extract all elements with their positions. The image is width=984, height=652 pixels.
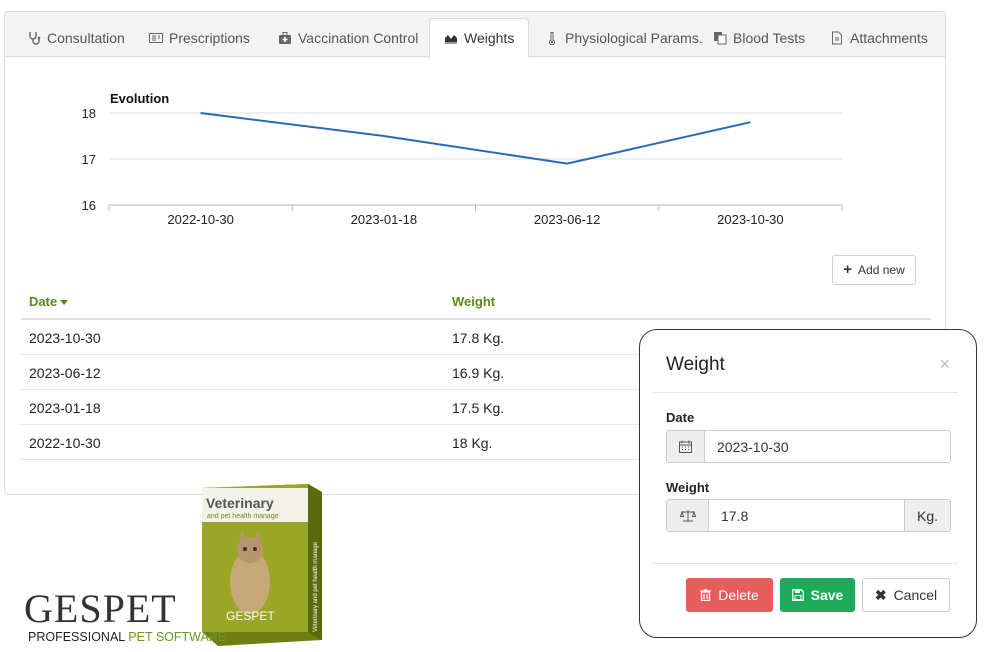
box-logo: GESPET xyxy=(226,609,275,623)
cancel-button[interactable]: ✖ Cancel xyxy=(862,578,950,612)
y-tick-label: 17 xyxy=(82,152,96,167)
tab-bar: Consultation Prescriptions Vaccination C… xyxy=(5,12,945,58)
plus-icon: + xyxy=(843,261,853,278)
x-tick-label: 2023-06-12 xyxy=(534,212,601,227)
cell-weight: 18 Kg. xyxy=(452,435,493,451)
stethoscope-icon xyxy=(29,31,41,45)
close-icon[interactable]: × xyxy=(939,354,950,375)
floppy-disk-icon xyxy=(791,589,804,601)
series-line xyxy=(200,112,751,165)
x-tick-label: 2022-10-30 xyxy=(167,212,234,227)
chart-svg: Evolution 16 17 18 2022-10-30 2023-01-18 2023-… xyxy=(82,91,843,227)
tab-label: Physiological Params. xyxy=(565,29,703,46)
date-field-group: 2023-10-30 xyxy=(666,430,951,463)
thermometer-icon xyxy=(549,31,555,45)
tab-label: Vaccination Control xyxy=(298,29,419,46)
box-title: Veterinary xyxy=(206,495,274,511)
prescription-icon xyxy=(149,32,163,43)
weight-field-group: 17.8 Kg. xyxy=(666,499,951,532)
tab-prescriptions[interactable]: Prescriptions xyxy=(149,18,250,57)
product-box-image: Veterinary and pet health manage GESPET … xyxy=(202,484,322,646)
y-tick-label: 16 xyxy=(82,198,96,213)
file-icon xyxy=(832,31,842,44)
tab-label: Consultation xyxy=(47,29,125,46)
balance-scale-icon xyxy=(667,500,709,531)
cell-date: 2023-10-30 xyxy=(29,330,101,346)
tab-label: Attachments xyxy=(850,29,928,46)
weight-label: Weight xyxy=(666,480,710,495)
weight-evolution-chart: Evolution 16 17 18 2022-10-30 2023-01-18 2023-… xyxy=(5,72,945,242)
modal-footer-divider xyxy=(652,563,958,564)
weight-unit: Kg. xyxy=(904,500,950,531)
medkit-icon xyxy=(279,31,291,44)
cell-date: 2023-06-12 xyxy=(29,365,101,381)
tab-consultation[interactable]: Consultation xyxy=(27,18,125,57)
column-header-date[interactable]: Date xyxy=(29,294,69,309)
box-side-text: Veterinary and pet health manage xyxy=(313,541,319,632)
logo-tagline: PROFESSIONAL PET SOFTWARE xyxy=(28,630,227,644)
tab-label: Blood Tests xyxy=(733,29,806,46)
x-icon: ✖ xyxy=(874,586,887,603)
x-tick-label: 2023-01-18 xyxy=(351,212,418,227)
tab-label: Prescriptions xyxy=(169,29,250,46)
copy-icon xyxy=(714,31,727,44)
tab-label: Weights xyxy=(464,30,515,46)
tab-blood-tests[interactable]: Blood Tests xyxy=(713,18,805,57)
calendar-icon[interactable] xyxy=(667,431,705,462)
tab-physiological-params[interactable]: Physiological Params. xyxy=(545,18,703,57)
date-input[interactable]: 2023-10-30 xyxy=(705,431,950,462)
add-new-label: Add new xyxy=(858,263,905,277)
modal-title: Weight xyxy=(666,354,725,375)
add-new-button[interactable]: + Add new xyxy=(832,255,916,285)
area-chart-icon xyxy=(445,35,457,44)
cell-weight: 17.8 Kg. xyxy=(452,330,505,346)
delete-button[interactable]: Delete xyxy=(686,578,773,612)
column-header-weight[interactable]: Weight xyxy=(452,294,495,309)
cell-weight: 17.5 Kg. xyxy=(452,400,505,416)
sort-caret-icon xyxy=(60,300,69,306)
tab-weights[interactable]: Weights xyxy=(429,18,530,58)
modal-divider xyxy=(652,392,958,393)
cell-weight: 16.9 Kg. xyxy=(452,365,505,381)
x-tick-label: 2023-10-30 xyxy=(717,212,784,227)
save-button[interactable]: Save xyxy=(780,578,855,612)
weight-input[interactable]: 17.8 xyxy=(709,500,904,531)
tab-vaccination-control[interactable]: Vaccination Control xyxy=(278,18,418,57)
trash-icon xyxy=(700,589,712,601)
weight-modal: Weight × Date 2023-10-30 Weight 17.8 Kg.… xyxy=(639,329,977,638)
gespet-logo: GESPET xyxy=(24,586,177,631)
y-tick-label: 18 xyxy=(82,106,96,121)
date-label: Date xyxy=(666,410,695,425)
chart-title: Evolution xyxy=(110,91,169,106)
box-subtitle: and pet health manage xyxy=(207,513,279,520)
tab-attachments[interactable]: Attachments xyxy=(830,18,928,57)
cell-date: 2022-10-30 xyxy=(29,435,101,451)
cell-date: 2023-01-18 xyxy=(29,400,101,416)
table-header: Date Weight xyxy=(21,288,931,320)
